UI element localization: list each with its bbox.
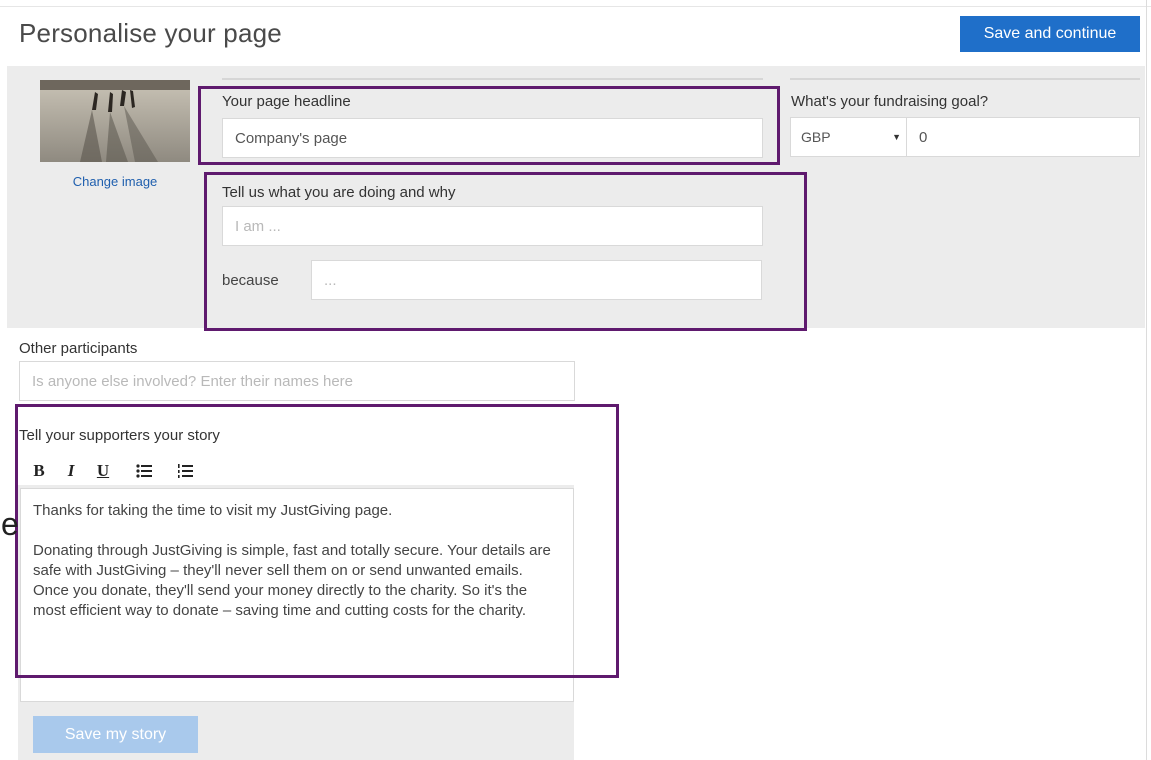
goal-amount-input[interactable]: [906, 117, 1140, 157]
currency-value: GBP: [801, 129, 831, 145]
stray-glyph: e: [1, 506, 19, 542]
participants-input[interactable]: [19, 361, 575, 401]
top-divider: [0, 6, 1151, 7]
headline-top-divider: [222, 78, 763, 80]
participants-label: Other participants: [19, 340, 138, 357]
currency-select[interactable]: GBP ▼: [790, 117, 910, 157]
headline-highlight-frame: [198, 86, 780, 165]
save-and-continue-button[interactable]: Save and continue: [960, 16, 1140, 52]
page-title: Personalise your page: [19, 18, 282, 48]
change-image-link[interactable]: Change image: [40, 174, 190, 189]
goal-top-divider: [790, 78, 1140, 80]
story-highlight-frame: [15, 404, 619, 678]
dropdown-arrow-icon: ▼: [892, 132, 901, 142]
right-edge-line: [1146, 0, 1147, 760]
save-my-story-button[interactable]: Save my story: [33, 716, 198, 753]
reason-highlight-frame: [204, 172, 807, 331]
page-image: [40, 80, 190, 162]
goal-label: What's your fundraising goal?: [791, 93, 989, 110]
